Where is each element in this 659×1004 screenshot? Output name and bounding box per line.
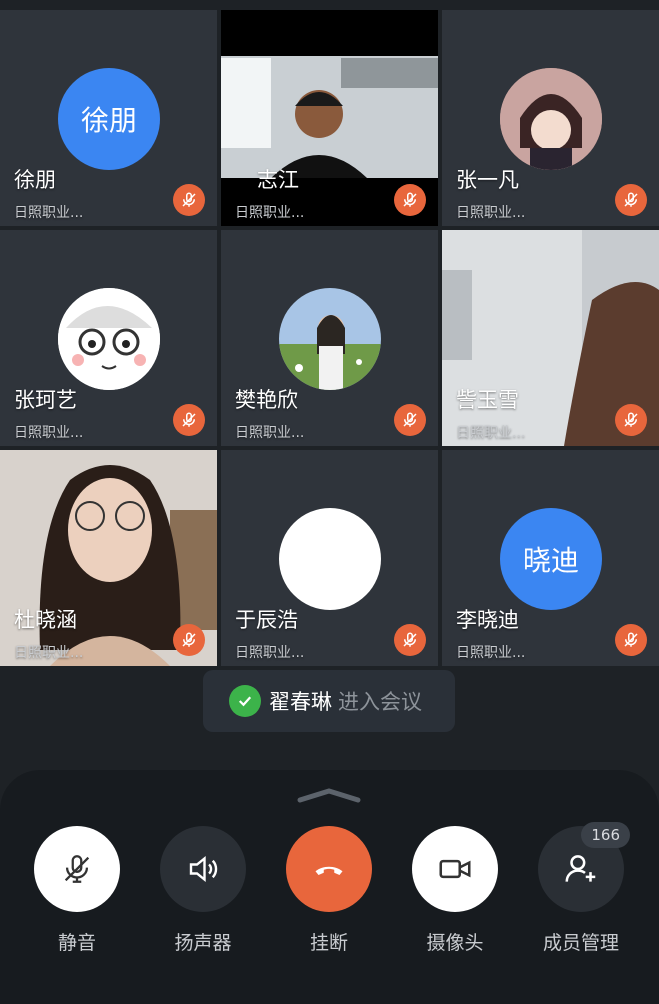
participant-org: 日照职业... <box>14 205 84 221</box>
members-label: 成员管理 <box>542 932 619 954</box>
mute-button[interactable] <box>34 826 120 912</box>
participant-name: 张一凡 <box>456 168 519 192</box>
participant-tile[interactable]: 张一凡 日照职业... <box>442 10 659 226</box>
participant-name: 訾玉雪 <box>456 388 519 412</box>
participant-tile[interactable]: 徐朋 徐朋 日照职业... <box>0 10 217 226</box>
join-message: 进入会议 <box>338 690 422 714</box>
participant-org: 日照职业... <box>235 205 305 221</box>
members-button[interactable]: 166 <box>538 822 630 912</box>
chevron-up-icon[interactable] <box>296 788 362 804</box>
member-count-badge: 166 <box>581 822 630 848</box>
mic-off-icon <box>615 624 647 656</box>
camera-button[interactable] <box>412 826 498 912</box>
mute-control[interactable]: 静音 <box>33 826 121 955</box>
mic-off-icon <box>615 404 647 436</box>
participant-org: 日照职业... <box>235 645 305 661</box>
participant-name: 张珂艺 <box>14 388 77 412</box>
mic-off-icon <box>394 404 426 436</box>
participant-name: 于辰浩 <box>235 608 298 632</box>
hangup-button[interactable] <box>286 826 372 912</box>
participant-tile[interactable]: 志江 日照职业... <box>221 10 438 226</box>
mic-off-icon <box>173 404 205 436</box>
participant-tile[interactable]: 于辰浩 日照职业... <box>221 450 438 666</box>
join-notification: 翟春琳 进入会议 <box>203 670 455 732</box>
participant-tile[interactable]: 杜晓涵 日照职业... <box>0 450 217 666</box>
mic-off-icon <box>394 624 426 656</box>
hangup-label: 挂断 <box>309 932 348 954</box>
members-control[interactable]: 166 成员管理 <box>537 822 630 955</box>
participant-name: 李晓迪 <box>456 608 519 632</box>
participant-tile[interactable]: 晓迪 李晓迪 日照职业... <box>442 450 659 666</box>
participant-name: 樊艳欣 <box>235 388 298 412</box>
participant-org: 日照职业... <box>456 645 526 661</box>
participant-tile[interactable]: 张珂艺 日照职业... <box>0 230 217 446</box>
mic-off-icon <box>394 184 426 216</box>
participant-grid: 徐朋 徐朋 日照职业... 志江 日照职业... 张一凡 日照职业... 张珂艺… <box>0 0 659 668</box>
speaker-control[interactable]: 扬声器 <box>159 826 247 955</box>
speaker-button[interactable] <box>160 826 246 912</box>
avatar: 徐朋 <box>58 68 160 170</box>
participant-tile[interactable]: 訾玉雪 日照职业... <box>442 230 659 446</box>
speaker-label: 扬声器 <box>174 932 232 954</box>
participant-tile[interactable]: 樊艳欣 日照职业... <box>221 230 438 446</box>
avatar <box>279 508 381 610</box>
mic-off-icon <box>173 184 205 216</box>
participant-org: 日照职业... <box>456 205 526 221</box>
avatar <box>500 68 602 170</box>
camera-label: 摄像头 <box>426 932 484 954</box>
control-panel: 静音 扬声器 挂断 摄像头 166 成员管理 <box>0 770 659 1004</box>
mute-label: 静音 <box>57 932 96 954</box>
check-icon <box>229 685 261 717</box>
participant-name: 志江 <box>257 168 299 192</box>
participant-org: 日照职业... <box>14 425 84 441</box>
avatar <box>58 288 160 390</box>
avatar: 晓迪 <box>500 508 602 610</box>
participant-org: 日照职业... <box>235 425 305 441</box>
participant-org: 日照职业... <box>456 425 526 441</box>
joined-user-name: 翟春琳 <box>269 690 332 714</box>
participant-name: 杜晓涵 <box>14 608 77 632</box>
mic-off-icon <box>173 624 205 656</box>
avatar <box>279 288 381 390</box>
participant-org: 日照职业... <box>14 645 84 661</box>
camera-control[interactable]: 摄像头 <box>411 826 499 955</box>
participant-name: 徐朋 <box>14 168 56 192</box>
mic-off-icon <box>615 184 647 216</box>
hangup-control[interactable]: 挂断 <box>285 826 373 955</box>
